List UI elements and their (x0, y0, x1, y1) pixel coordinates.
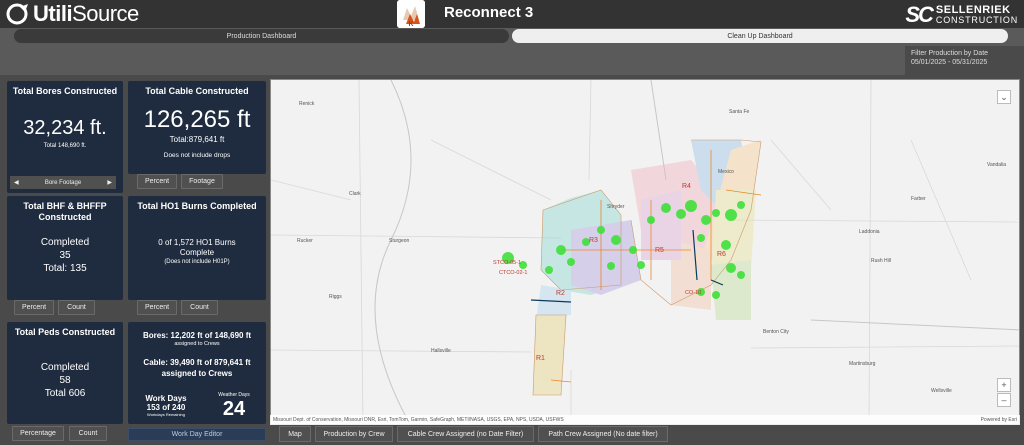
bores-title: Total Bores Constructed (12, 86, 118, 96)
peds-total: Total 606 (44, 388, 86, 399)
bhf-total: Total: 135 (43, 263, 87, 274)
place-shryder: Shryder (607, 204, 625, 210)
svg-text:K: K (408, 21, 413, 28)
work-days-label: Work Days (145, 394, 187, 403)
place-renick: Renick (299, 101, 315, 107)
tab-map[interactable]: Map (279, 426, 311, 442)
place-martinsburg: Martinsburg (849, 361, 876, 367)
weather-days-value: 24 (222, 398, 246, 420)
logo-text-bold: Utili (33, 1, 73, 26)
cable-percent-button[interactable]: Percent (137, 174, 177, 189)
place-rush-hill: Rush Hill (871, 258, 891, 264)
cable-value: 126,265 ft (143, 106, 251, 133)
bores-total: Total 148,690 ft. (43, 143, 87, 149)
site-label-ctco: CTCO-02-1 (499, 270, 527, 276)
ho1-count-button[interactable]: Count (181, 300, 218, 315)
tab-production-dashboard[interactable]: Production Dashboard (14, 29, 509, 43)
work-days-value: 153 of 240 (146, 403, 186, 412)
zoom-out-button[interactable]: – (997, 393, 1011, 407)
tab-clean-up-dashboard[interactable]: Clean Up Dashboard (512, 29, 1008, 43)
ho1-percent-button[interactable]: Percent (137, 300, 177, 315)
map-collapse-icon[interactable]: ⌄ (997, 90, 1011, 104)
peds-percentage-button[interactable]: Percentage (12, 426, 64, 441)
peds-completed-value: 58 (59, 375, 71, 386)
cable-card: Total Cable Constructed 126,265 ft Total… (128, 81, 266, 174)
crews-cable-sub: assigned to Crews (161, 369, 233, 378)
bhf-title-2: Constructed (38, 212, 92, 222)
app-title: Reconnect 3 (444, 4, 534, 21)
peds-title: Total Peds Constructed (14, 327, 116, 337)
work-days-sub: Workdays Remaining (147, 412, 185, 417)
region-label-r6: R6 (717, 251, 726, 258)
place-rucker: Rucker (297, 238, 313, 244)
cable-total: Total:879,641 ft (169, 135, 225, 144)
bhf-title-1: Total BHF & BHFFP (23, 201, 107, 211)
bhf-percent-button[interactable]: Percent (14, 300, 54, 315)
peds-count-button[interactable]: Count (69, 426, 107, 441)
date-filter-range[interactable]: 05/01/2025 - 05/31/2025 (911, 59, 1018, 66)
site-label-stco: STCO-05-1 (493, 260, 521, 266)
place-laddonia: Laddonia (859, 229, 880, 235)
map-attribution-text: Missouri Dept. of Conservation, Missouri… (273, 417, 564, 423)
bores-value: 32,234 ft. (23, 117, 107, 139)
ho1-line1: 0 of 1,572 HO1 Burns (158, 238, 236, 247)
tab-production-by-crew[interactable]: Production by Crew (315, 426, 393, 442)
place-santa-fe: Santa Fe (729, 109, 750, 115)
place-mexico: Mexico (718, 169, 734, 175)
place-farber: Farber (911, 196, 926, 202)
place-wellsville: Wellsville (931, 388, 952, 394)
map-view[interactable]: Renick Santa Fe Vandalia Clark Farber St… (270, 79, 1020, 425)
logo-text-thin: Source (72, 1, 139, 26)
region-label-r4: R4 (682, 183, 691, 190)
pager-next-icon[interactable]: ▶ (107, 179, 112, 186)
cable-note: Does not include drops (163, 152, 231, 159)
pager-prev-icon[interactable]: ◀ (14, 179, 19, 186)
site-label-co10: CO-10 (685, 290, 701, 296)
crews-card: Bores: 12,202 ft of 148,690 ft assigned … (128, 322, 266, 424)
region-label-r5: R5 (655, 247, 664, 254)
work-day-editor-button[interactable]: Work Day Editor (128, 428, 266, 441)
region-label-r1: R1 (536, 355, 545, 362)
cable-title: Total Cable Constructed (145, 86, 249, 96)
powered-by-esri[interactable]: Powered by Esri (981, 417, 1017, 423)
date-filter-label: Filter Production by Date (911, 50, 989, 57)
bhf-card: Total BHF & BHFFP Constructed Completed … (7, 196, 123, 300)
sellenriek-logo: SC SELLENRIEK CONSTRUCTION (905, 2, 1018, 28)
company-name-line1: SELLENRIEK (935, 4, 1011, 16)
map-canvas: Renick Santa Fe Vandalia Clark Farber St… (271, 80, 1019, 424)
place-benton-city: Benton City (763, 329, 789, 335)
utilisource-logo: UtiliSource (6, 1, 139, 26)
bhf-completed-value: 35 (59, 250, 71, 261)
peds-card: Total Peds Constructed Completed 58 Tota… (7, 322, 123, 424)
crews-bores-line: Bores: 12,202 ft of 148,690 ft (142, 331, 252, 340)
place-riggs: Riggs (329, 294, 342, 300)
map-attribution: Missouri Dept. of Conservation, Missouri… (270, 415, 1020, 425)
place-sturgeon: Sturgeon (389, 238, 410, 244)
tab-path-crew-assigned[interactable]: Path Crew Assigned (No date filter) (538, 426, 668, 442)
company-name-line2: CONSTRUCTION (935, 15, 1018, 25)
zoom-in-button[interactable]: + (997, 378, 1011, 392)
dashboard-tab-bar: Production Dashboard Clean Up Dashboard … (0, 28, 1024, 103)
ho1-title: Total HO1 Burns Completed (137, 201, 257, 211)
utilisource-logo-icon (6, 3, 28, 25)
tab-cable-crew-assigned[interactable]: Cable Crew Assigned (no Date Filter) (397, 426, 534, 442)
crews-cable-line: Cable: 39,490 ft of 879,641 ft (143, 358, 251, 367)
cable-footage-button[interactable]: Footage (181, 174, 223, 189)
reconnect-app-icon: K (397, 0, 425, 28)
place-clark: Clark (349, 191, 361, 197)
sellenriek-mark: SC (905, 2, 934, 27)
peds-completed-label: Completed (40, 362, 90, 373)
bhf-count-button[interactable]: Count (58, 300, 95, 315)
region-label-r3: R3 (589, 237, 598, 244)
bore-footage-pager: ◀ Bore Footage ▶ (10, 176, 116, 189)
ho1-note: (Does not include H01P) (164, 259, 230, 265)
place-vandalia: Vandalia (987, 162, 1006, 168)
region-label-r2: R2 (556, 290, 565, 297)
place-hallsville: Hallsville (431, 348, 451, 354)
top-header: UtiliSource K Reconnect 3 SC SELLENRIEK … (0, 0, 1024, 28)
bhf-completed-label: Completed (40, 237, 90, 248)
pager-label: Bore Footage (44, 179, 82, 186)
ho1-card: Total HO1 Burns Completed 0 of 1,572 HO1… (128, 196, 266, 300)
ho1-line2: Complete (179, 248, 215, 257)
